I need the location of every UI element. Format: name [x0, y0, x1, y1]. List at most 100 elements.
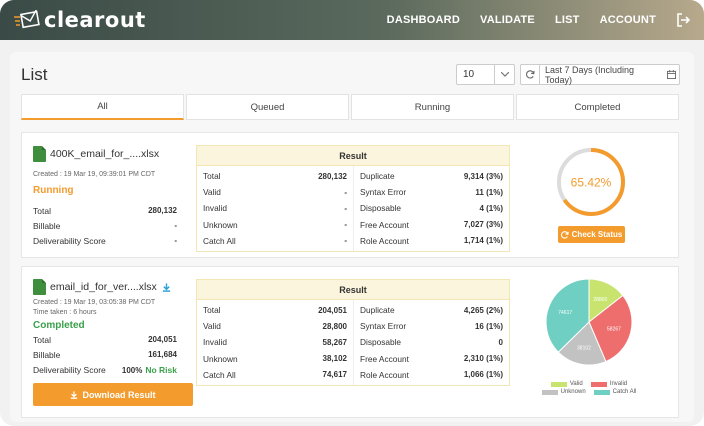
result-value: 28,800 [322, 321, 347, 331]
result-value: 280,132 [318, 171, 347, 181]
tab-queued[interactable]: Queued [186, 94, 349, 120]
result-row: Catch All - [203, 233, 347, 249]
logout-icon[interactable] [676, 12, 690, 28]
result-row: Invalid - [203, 200, 347, 216]
summary-row: Billable 161,684 [33, 347, 177, 362]
download-icon[interactable] [162, 282, 171, 292]
result-label: Valid [203, 187, 221, 198]
result-left-column: Total 204,051 Valid 28,800 Invalid 58,267 U… [197, 300, 353, 385]
result-row: Disposable 4 (1%) [360, 200, 503, 216]
result-label: Duplicate [360, 305, 395, 316]
result-pie-chart: 28800 58267 38102 74617 [545, 278, 633, 366]
summary-label: Deliverability Score [33, 235, 106, 246]
legend-swatch [590, 381, 607, 387]
summary-label: Deliverability Score [33, 364, 106, 375]
brand-logo[interactable]: clearout [14, 6, 146, 34]
list-panel: List 10 Last 7 Days (Including Today) Al… [10, 52, 694, 422]
progress-ring: 65.42% [557, 148, 625, 216]
result-label: Free Account [360, 353, 409, 364]
created-date: Created : 19 Mar 19, 09:39:01 PM CDT [33, 171, 156, 178]
created-date: Created : 19 Mar 19, 03:05:38 PM CDT [33, 299, 156, 306]
file-name[interactable]: 400K_email_for_....xlsx [33, 146, 159, 162]
legend-item[interactable]: Invalid [590, 381, 628, 387]
summary-row: Total 280,132 [33, 203, 177, 218]
result-value: 74,617 [322, 370, 347, 380]
result-row: Unknown - [203, 217, 347, 233]
calendar-icon [663, 70, 679, 79]
legend-item[interactable]: Valid [550, 381, 583, 387]
main-nav: DASHBOARD VALIDATE LIST ACCOUNT [387, 0, 656, 40]
result-value: 2,310 (1%) [463, 354, 503, 364]
chevron-down-icon [494, 65, 514, 84]
pie-slice-label: 74617 [558, 310, 572, 316]
nav-validate[interactable]: VALIDATE [480, 14, 535, 26]
summary-row: Deliverability Score - [33, 233, 177, 248]
legend-label: Invalid [609, 381, 628, 387]
result-row: Free Account 2,310 (1%) [360, 351, 503, 367]
summary-value: 100% [121, 365, 143, 375]
download-icon [71, 390, 78, 399]
time-taken: Time taken : 6 hours [33, 309, 97, 316]
result-label: Role Account [360, 235, 409, 246]
tab-running[interactable]: Running [351, 94, 514, 120]
download-result-label: Download Result [82, 389, 156, 400]
pie-slice-label: 28800 [593, 297, 607, 303]
nav-account[interactable]: ACCOUNT [600, 14, 656, 26]
result-label: Total [203, 171, 221, 182]
legend-item[interactable]: Unknown [541, 389, 586, 395]
result-label: Catch All [203, 235, 236, 246]
result-row: Invalid 58,267 [203, 334, 347, 350]
result-label: Role Account [360, 369, 409, 380]
result-row: Total 204,051 [203, 302, 347, 318]
pie-slice-label: 38102 [577, 345, 591, 351]
summary-value: 204,051 [148, 335, 177, 344]
legend-item[interactable]: Catch All [593, 389, 636, 395]
summary-label: Total [33, 205, 51, 216]
result-value: - [344, 220, 347, 230]
result-label: Disposable [360, 337, 402, 348]
nav-list[interactable]: LIST [555, 14, 580, 26]
result-value: 11 (1%) [475, 187, 503, 197]
result-value: 4 (1%) [479, 203, 503, 213]
tab-completed[interactable]: Completed [516, 94, 679, 120]
result-row: Duplicate 9,314 (3%) [360, 168, 503, 184]
result-value: 9,314 (3%) [463, 171, 503, 181]
tab-all[interactable]: All [21, 94, 184, 120]
xlsx-file-icon [33, 146, 46, 162]
result-table: Result Total 204,051 Valid 28,800 Invalid 5… [196, 279, 510, 386]
summary-value: 161,684 [148, 350, 177, 359]
file-name[interactable]: email_id_for_ver....xlsx [33, 279, 171, 295]
result-left-column: Total 280,132 Valid - Invalid - Unknown - Ca… [197, 166, 353, 251]
result-label: Catch All [203, 369, 236, 380]
file-name-text: email_id_for_ver....xlsx [50, 281, 157, 293]
nav-dashboard[interactable]: DASHBOARD [387, 14, 460, 26]
download-result-button[interactable]: Download Result [33, 383, 193, 406]
page-size-select[interactable]: 10 [456, 64, 515, 85]
result-row: Role Account 1,714 (1%) [360, 233, 503, 249]
result-value: - [344, 187, 347, 197]
risk-badge: No Risk [145, 364, 177, 375]
date-range-label: Last 7 Days (Including Today) [545, 64, 635, 85]
result-value: 38,102 [322, 354, 347, 364]
summary-row: Billable - [33, 218, 177, 233]
result-value: 16 (1%) [474, 321, 503, 331]
date-range-picker[interactable]: Last 7 Days (Including Today) [520, 64, 680, 85]
pie-legend: Valid Invalid Unknown Catch All [532, 380, 646, 396]
summary-value: - [174, 221, 177, 230]
result-row: Catch All 74,617 [203, 367, 347, 383]
result-row: Disposable 0 [360, 334, 503, 350]
status-label: Running [33, 185, 74, 196]
result-label: Syntax Error [360, 187, 407, 198]
status-tabs: All Queued Running Completed [21, 94, 679, 120]
result-row: Free Account 7,027 (3%) [360, 217, 503, 233]
result-value: 4,265 (2%) [463, 305, 503, 315]
result-value: 1,714 (1%) [463, 236, 503, 246]
app-window: clearout DASHBOARD VALIDATE LIST ACCOUNT… [0, 0, 704, 426]
legend-label: Valid [569, 381, 583, 387]
check-status-button[interactable]: Check Status [558, 226, 625, 243]
result-value: 1,066 (1%) [463, 370, 503, 380]
result-label: Duplicate [360, 171, 395, 182]
status-label: Completed [33, 320, 85, 331]
refresh-icon[interactable] [521, 65, 540, 84]
xlsx-file-icon [33, 279, 46, 295]
